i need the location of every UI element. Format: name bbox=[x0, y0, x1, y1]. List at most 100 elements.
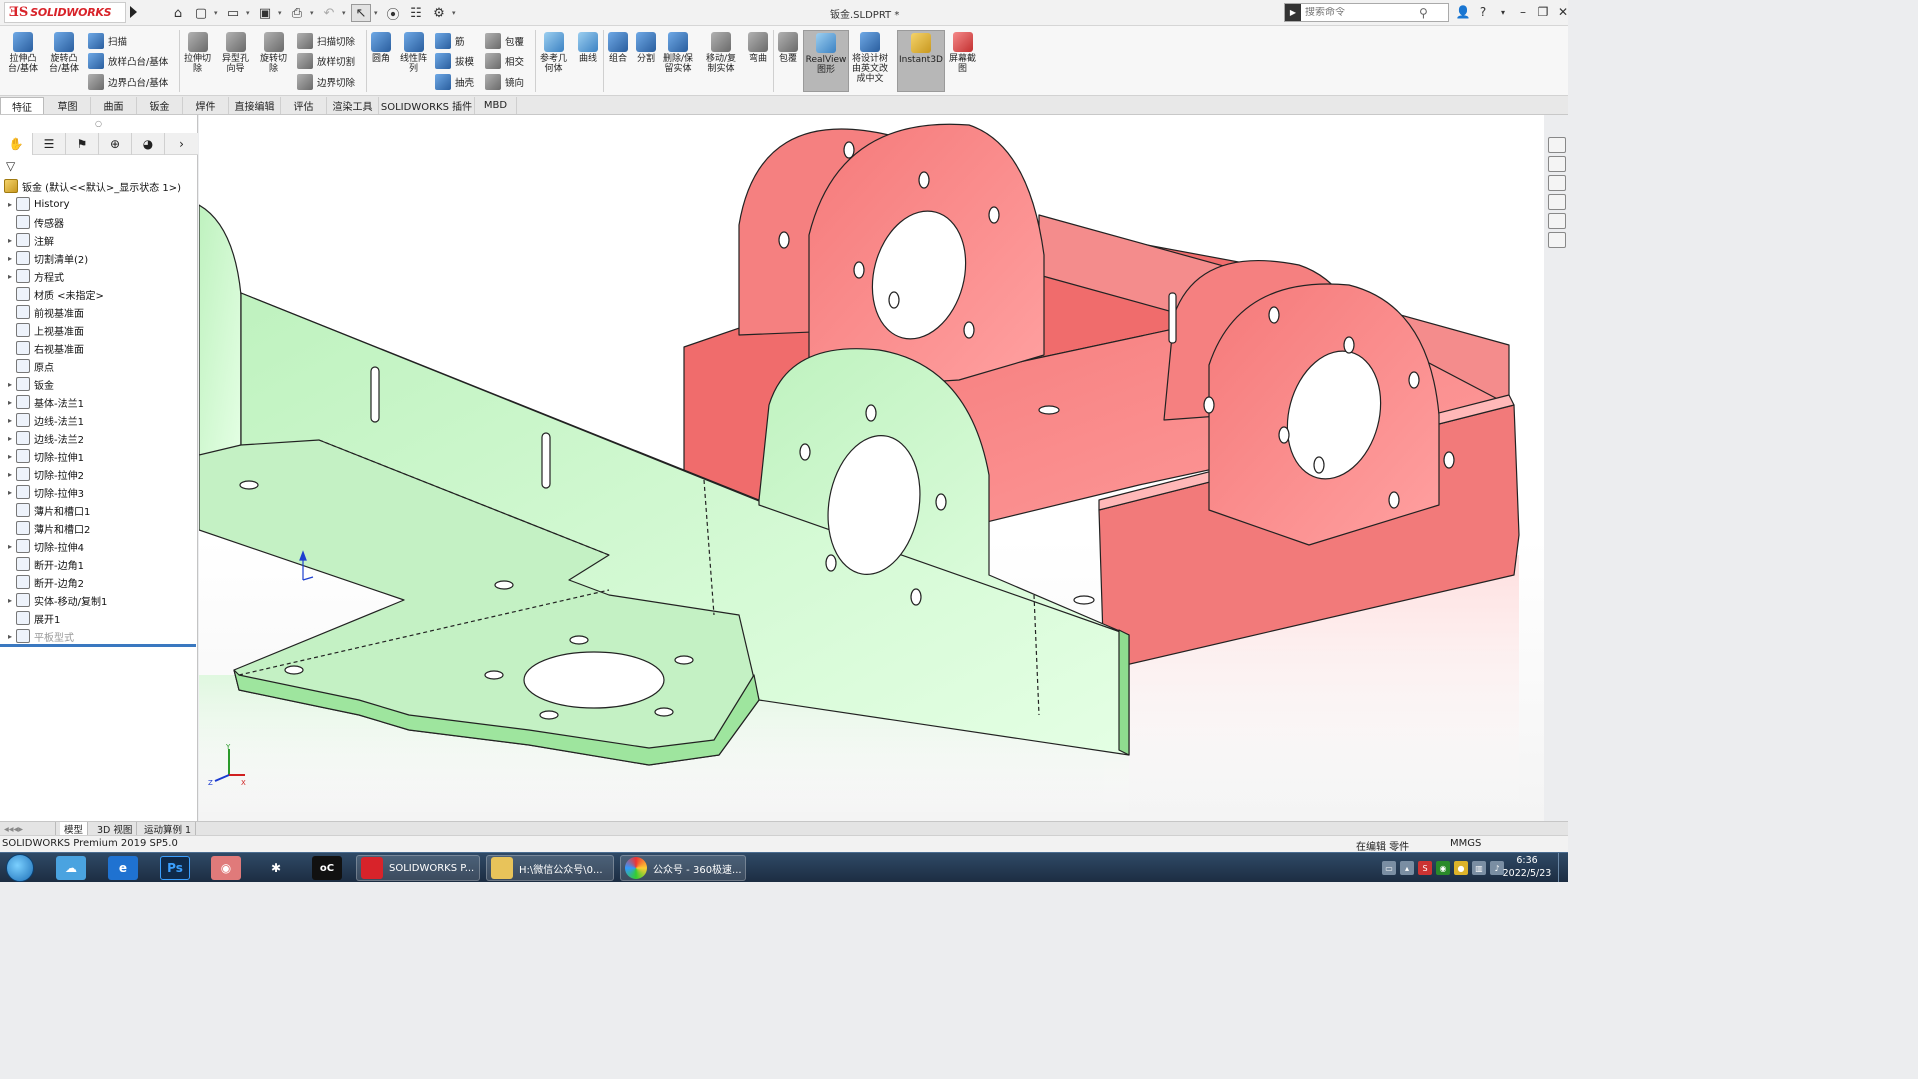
browser-icon[interactable]: e bbox=[108, 856, 138, 880]
undo-icon[interactable]: ↶ bbox=[319, 4, 339, 22]
mirror-button[interactable]: 镜向 bbox=[485, 73, 524, 91]
tree-item[interactable]: ▸ 切除-拉伸2 bbox=[0, 465, 198, 483]
tree-item[interactable]: ▸ 边线-法兰1 bbox=[0, 411, 198, 429]
extrude-cut-button[interactable]: 拉伸切除 bbox=[184, 32, 211, 74]
reference-geometry-button[interactable]: 参考几 何体 bbox=[540, 32, 567, 74]
tab-weldments[interactable]: 焊件 bbox=[183, 97, 229, 114]
tab-solidworks-addins[interactable]: SOLIDWORKS 插件 bbox=[379, 97, 475, 114]
traffic-light-icon[interactable]: ⦿ bbox=[383, 4, 403, 23]
tree-item[interactable]: ▸ 注解 bbox=[0, 231, 198, 249]
ocam-icon[interactable]: oC bbox=[312, 856, 342, 880]
hole-wizard-button[interactable]: 异型孔 向导 bbox=[222, 32, 249, 74]
search-commands-box[interactable]: ▶ ⚲ bbox=[1284, 3, 1449, 22]
tree-item[interactable]: 右视基准面 bbox=[0, 339, 198, 357]
translate-tree-button[interactable]: 将设计树 由英文改 成中文 bbox=[852, 32, 888, 84]
expand-arrow-icon[interactable]: ▸ bbox=[4, 434, 16, 443]
graphics-area[interactable]: ⚓ ⚲ ⚲ ↶ ◧ ✎ ⬡ ◩ ◐ ◕ ☀ ▭ ◫ ◨ – ❐ ✕ Y X bbox=[199, 115, 1544, 821]
expand-arrow-icon[interactable]: ▸ bbox=[4, 542, 16, 551]
linear-pattern-button[interactable]: 线性阵列 bbox=[400, 32, 427, 74]
loft-boss-button[interactable]: 放样凸台/基体 bbox=[88, 52, 168, 70]
expand-arrow-icon[interactable]: ▸ bbox=[4, 398, 16, 407]
custom-properties-icon[interactable] bbox=[1548, 232, 1566, 248]
appearances-icon[interactable] bbox=[1548, 213, 1566, 229]
restore-icon[interactable]: ❐ bbox=[1536, 3, 1550, 21]
tree-item[interactable]: 原点 bbox=[0, 357, 198, 375]
home-icon[interactable]: ⌂ bbox=[168, 4, 188, 22]
tree-item[interactable]: ▸ 切割清单(2) bbox=[0, 249, 198, 267]
notification-icon[interactable]: ● bbox=[1454, 861, 1468, 875]
baidu-netdisk-icon[interactable]: ☁ bbox=[56, 856, 86, 880]
tree-item[interactable]: ▸ 基体-法兰1 bbox=[0, 393, 198, 411]
property-manager-tab-icon[interactable]: ☰ bbox=[33, 132, 66, 155]
swept-cut-button[interactable]: 扫描切除 bbox=[297, 32, 355, 50]
taskbar-item-solidworks[interactable]: SOLIDWORKS P... bbox=[356, 855, 480, 881]
show-desktop-button[interactable] bbox=[1558, 853, 1568, 882]
solidworks-logo[interactable]: ƎS SOLIDWORKS bbox=[4, 2, 126, 23]
tab-scroll-arrows[interactable]: ◂◂◂▸ bbox=[0, 822, 56, 836]
chevron-down-icon[interactable]: ▾ bbox=[310, 9, 316, 17]
lofted-cut-button[interactable]: 放样切割 bbox=[297, 52, 355, 70]
tree-item[interactable]: ▸ History bbox=[0, 195, 198, 213]
tree-item[interactable]: ▸ 边线-法兰2 bbox=[0, 429, 198, 447]
design-library-icon[interactable] bbox=[1548, 156, 1566, 172]
taskbar-item-browser[interactable]: 公众号 - 360极速... bbox=[620, 855, 746, 881]
tab-sketch[interactable]: 草图 bbox=[45, 97, 91, 114]
panel-collapse-handle[interactable]: ○ bbox=[95, 119, 102, 128]
instant3d-button[interactable]: Instant3D bbox=[897, 30, 945, 92]
open-folder-icon[interactable]: ▭ bbox=[223, 4, 243, 22]
tree-item[interactable]: 上视基准面 bbox=[0, 321, 198, 339]
tab-sheet-metal[interactable]: 钣金 bbox=[137, 97, 183, 114]
help-icon[interactable]: ? bbox=[1476, 3, 1490, 21]
sweep-button[interactable]: 扫描 bbox=[88, 32, 127, 50]
revolve-boss-button[interactable]: 旋转凸 台/基体 bbox=[49, 32, 79, 74]
tab-evaluate[interactable]: 评估 bbox=[281, 97, 327, 114]
expand-arrow-icon[interactable]: ▸ bbox=[4, 632, 16, 641]
menu-expand-icon[interactable] bbox=[130, 6, 137, 18]
tree-item[interactable]: ▸ 方程式 bbox=[0, 267, 198, 285]
expand-arrow-icon[interactable]: ▸ bbox=[4, 236, 16, 245]
tree-item[interactable]: ▸ 实体-移动/复制1 bbox=[0, 591, 198, 609]
unit-system[interactable]: MMGS bbox=[1450, 838, 1481, 849]
combine-button[interactable]: 组合 bbox=[608, 32, 628, 64]
model-view[interactable] bbox=[199, 115, 1544, 821]
tab-3d-views[interactable]: 3D 视图 bbox=[93, 822, 138, 836]
tab-direct-editing[interactable]: 直接编辑 bbox=[229, 97, 281, 114]
tree-root[interactable]: 钣金 (默认<<默认>_显示状态 1>) bbox=[0, 177, 198, 195]
chevron-up-icon[interactable]: ▴ bbox=[1400, 861, 1414, 875]
user-account-icon[interactable]: 👤 bbox=[1456, 3, 1471, 21]
search-input[interactable] bbox=[1305, 7, 1415, 18]
expand-arrow-icon[interactable]: ▸ bbox=[4, 452, 16, 461]
tree-item[interactable]: 展开1 bbox=[0, 609, 198, 627]
new-document-icon[interactable]: ▢ bbox=[191, 4, 211, 22]
expand-arrow-icon[interactable]: ▸ bbox=[4, 470, 16, 479]
filter-icon[interactable]: ▽ bbox=[6, 159, 15, 173]
expand-arrow-icon[interactable]: ▸ bbox=[4, 200, 16, 209]
expand-arrow-icon[interactable]: ▸ bbox=[4, 416, 16, 425]
screen-capture-button[interactable]: 屏幕截图 bbox=[949, 32, 976, 74]
tab-render-tools[interactable]: 渲染工具 bbox=[327, 97, 379, 114]
delete-keep-body-button[interactable]: 删除/保 留实体 bbox=[663, 32, 693, 74]
display-manager-tab-icon[interactable]: ◕ bbox=[132, 132, 165, 155]
close-icon[interactable]: ✕ bbox=[1556, 3, 1568, 21]
tree-item[interactable]: ▸ 切除-拉伸3 bbox=[0, 483, 198, 501]
save-icon[interactable]: ▣ bbox=[255, 4, 275, 22]
tree-item[interactable]: ▸ 切除-拉伸1 bbox=[0, 447, 198, 465]
tab-motion-study[interactable]: 运动算例 1 bbox=[140, 822, 197, 836]
chevron-down-icon[interactable]: ▾ bbox=[342, 9, 348, 17]
more-tabs-chevron-icon[interactable]: › bbox=[165, 133, 198, 155]
chevron-down-icon[interactable]: ▾ bbox=[214, 9, 220, 17]
tab-surfaces[interactable]: 曲面 bbox=[91, 97, 137, 114]
security-icon[interactable]: ◉ bbox=[1436, 861, 1450, 875]
tree-item[interactable]: 前视基准面 bbox=[0, 303, 198, 321]
rollback-bar[interactable] bbox=[0, 644, 196, 647]
chevron-down-icon[interactable]: ▾ bbox=[452, 9, 458, 17]
wrap-large-button[interactable]: 包覆 bbox=[778, 32, 798, 64]
configuration-manager-tab-icon[interactable]: ⚑ bbox=[66, 132, 99, 155]
chevron-down-icon[interactable]: ▾ bbox=[246, 9, 252, 17]
solidworks-resources-icon[interactable] bbox=[1548, 137, 1566, 153]
flex-button[interactable]: 弯曲 bbox=[748, 32, 768, 64]
file-properties-icon[interactable]: ☷ bbox=[406, 4, 426, 22]
select-pointer-icon[interactable]: ↖ bbox=[351, 4, 371, 22]
expand-arrow-icon[interactable]: ▸ bbox=[4, 488, 16, 497]
tree-item[interactable]: 材质 <未指定> bbox=[0, 285, 198, 303]
